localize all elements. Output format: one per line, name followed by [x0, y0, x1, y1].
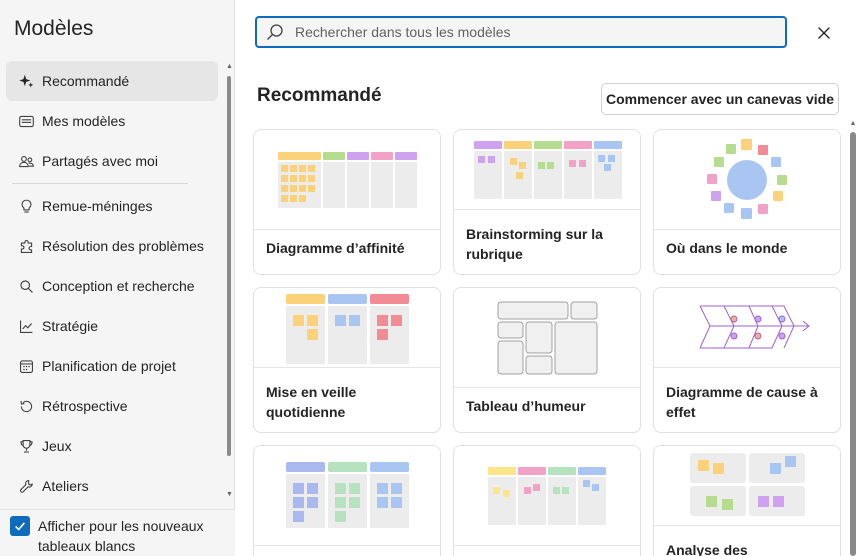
- sidebar-item-jeux[interactable]: Jeux: [6, 426, 218, 466]
- board-icon: [17, 112, 35, 130]
- template-thumbnail: [454, 446, 640, 546]
- template-card-title: Où dans le monde: [666, 240, 788, 256]
- sidebar-item-label: Stratégie: [42, 318, 99, 334]
- chart-icon: [17, 317, 35, 335]
- checkmark-icon: [15, 522, 25, 531]
- sidebar-nav: Recommandé Mes modèles Partagés avec moi…: [0, 61, 222, 506]
- search-input[interactable]: [295, 24, 775, 40]
- sidebar-item-label: Recommandé: [42, 73, 130, 89]
- sidebar-title: Modèles: [14, 17, 94, 40]
- template-card-brainstorming[interactable]: Brainstorming sur la rubrique: [453, 129, 641, 275]
- sidebar-item-label: Conception et recherche: [42, 278, 195, 294]
- sidebar-item-label: Résolution des problèmes: [42, 238, 204, 254]
- history-icon: [17, 397, 35, 415]
- sidebar-footer: Afficher pour les nouveaux tableaux blan…: [0, 509, 235, 556]
- sidebar: Modèles Recommandé Mes modèles Partagés …: [0, 0, 235, 556]
- template-thumbnail: [254, 288, 440, 368]
- lightbulb-icon: [17, 197, 35, 215]
- template-card-8[interactable]: [453, 445, 641, 556]
- sidebar-item-label: Remue-méninges: [42, 198, 153, 214]
- search-box[interactable]: [255, 16, 787, 48]
- template-card-analysis[interactable]: Analyse des: [653, 445, 841, 556]
- template-card-title: Diagramme de cause à effet: [666, 384, 818, 420]
- sidebar-item-partages[interactable]: Partagés avec moi: [6, 141, 218, 181]
- sidebar-item-resolution[interactable]: Résolution des problèmes: [6, 226, 218, 266]
- template-card-title: Brainstorming sur la rubrique: [466, 226, 603, 262]
- template-thumbnail: [254, 446, 440, 546]
- sidebar-item-label: Jeux: [42, 438, 72, 454]
- scroll-down-arrow-icon[interactable]: ▼: [226, 491, 233, 498]
- sidebar-item-label: Partagés avec moi: [42, 153, 158, 169]
- sidebar-item-conception[interactable]: Conception et recherche: [6, 266, 218, 306]
- checkbox-label: Afficher pour les nouveaux tableaux blan…: [38, 518, 204, 554]
- template-thumbnail: [654, 288, 840, 368]
- template-thumbnail: [654, 446, 840, 526]
- sparkle-icon: [17, 72, 35, 90]
- wrench-icon: [17, 477, 35, 495]
- template-card-title: Diagramme d’affinité: [266, 240, 405, 256]
- scrollbar-thumb[interactable]: [227, 76, 231, 456]
- puzzle-icon: [17, 237, 35, 255]
- scroll-up-arrow-icon[interactable]: ▲: [849, 120, 857, 127]
- sidebar-item-label: Ateliers: [42, 478, 89, 494]
- template-card-affinity[interactable]: Diagramme d’affinité: [253, 129, 441, 275]
- show-for-new-boards-checkbox[interactable]: [10, 516, 30, 536]
- sidebar-item-label: Planification de projet: [42, 358, 176, 374]
- template-card-title: Tableau d’humeur: [466, 398, 586, 414]
- sidebar-item-strategie[interactable]: Stratégie: [6, 306, 218, 346]
- template-thumbnail: [254, 130, 440, 230]
- template-thumbnail: [454, 130, 640, 210]
- sidebar-item-planification[interactable]: Planification de projet: [6, 346, 218, 386]
- search-icon: [265, 22, 285, 42]
- template-card-world[interactable]: Où dans le monde: [653, 129, 841, 275]
- sidebar-item-recommande[interactable]: Recommandé: [6, 61, 218, 101]
- template-card-7[interactable]: [253, 445, 441, 556]
- sidebar-item-remue-meninges[interactable]: Remue-méninges: [6, 186, 218, 226]
- close-icon: [818, 27, 830, 39]
- template-card-title: Analyse des: [666, 542, 748, 556]
- sidebar-item-ateliers[interactable]: Ateliers: [6, 466, 218, 506]
- template-card-mood-board[interactable]: Tableau d’humeur: [453, 287, 641, 433]
- template-card-cause-effect[interactable]: Diagramme de cause à effet: [653, 287, 841, 433]
- template-thumbnail: [654, 130, 840, 230]
- main-scrollbar[interactable]: ▲: [849, 120, 857, 556]
- sidebar-scrollbar[interactable]: ▲ ▼: [226, 63, 233, 504]
- calendar-icon: [17, 357, 35, 375]
- scrollbar-thumb[interactable]: [850, 132, 856, 556]
- sidebar-item-retrospective[interactable]: Rétrospective: [6, 386, 218, 426]
- nav-divider: [12, 183, 188, 184]
- close-button[interactable]: [812, 21, 836, 45]
- template-card-standup[interactable]: Mise en veille quotidienne: [253, 287, 441, 433]
- blank-canvas-button[interactable]: Commencer avec un canevas vide: [601, 83, 839, 115]
- trophy-icon: [17, 437, 35, 455]
- template-thumbnail: [454, 288, 640, 388]
- search-icon: [17, 277, 35, 295]
- sidebar-item-mes-modeles[interactable]: Mes modèles: [6, 101, 218, 141]
- section-title: Recommandé: [257, 85, 382, 106]
- template-card-title: Mise en veille quotidienne: [266, 384, 357, 420]
- people-icon: [17, 152, 35, 170]
- scroll-up-arrow-icon[interactable]: ▲: [226, 63, 233, 70]
- sidebar-item-label: Rétrospective: [42, 398, 128, 414]
- sidebar-item-label: Mes modèles: [42, 113, 126, 129]
